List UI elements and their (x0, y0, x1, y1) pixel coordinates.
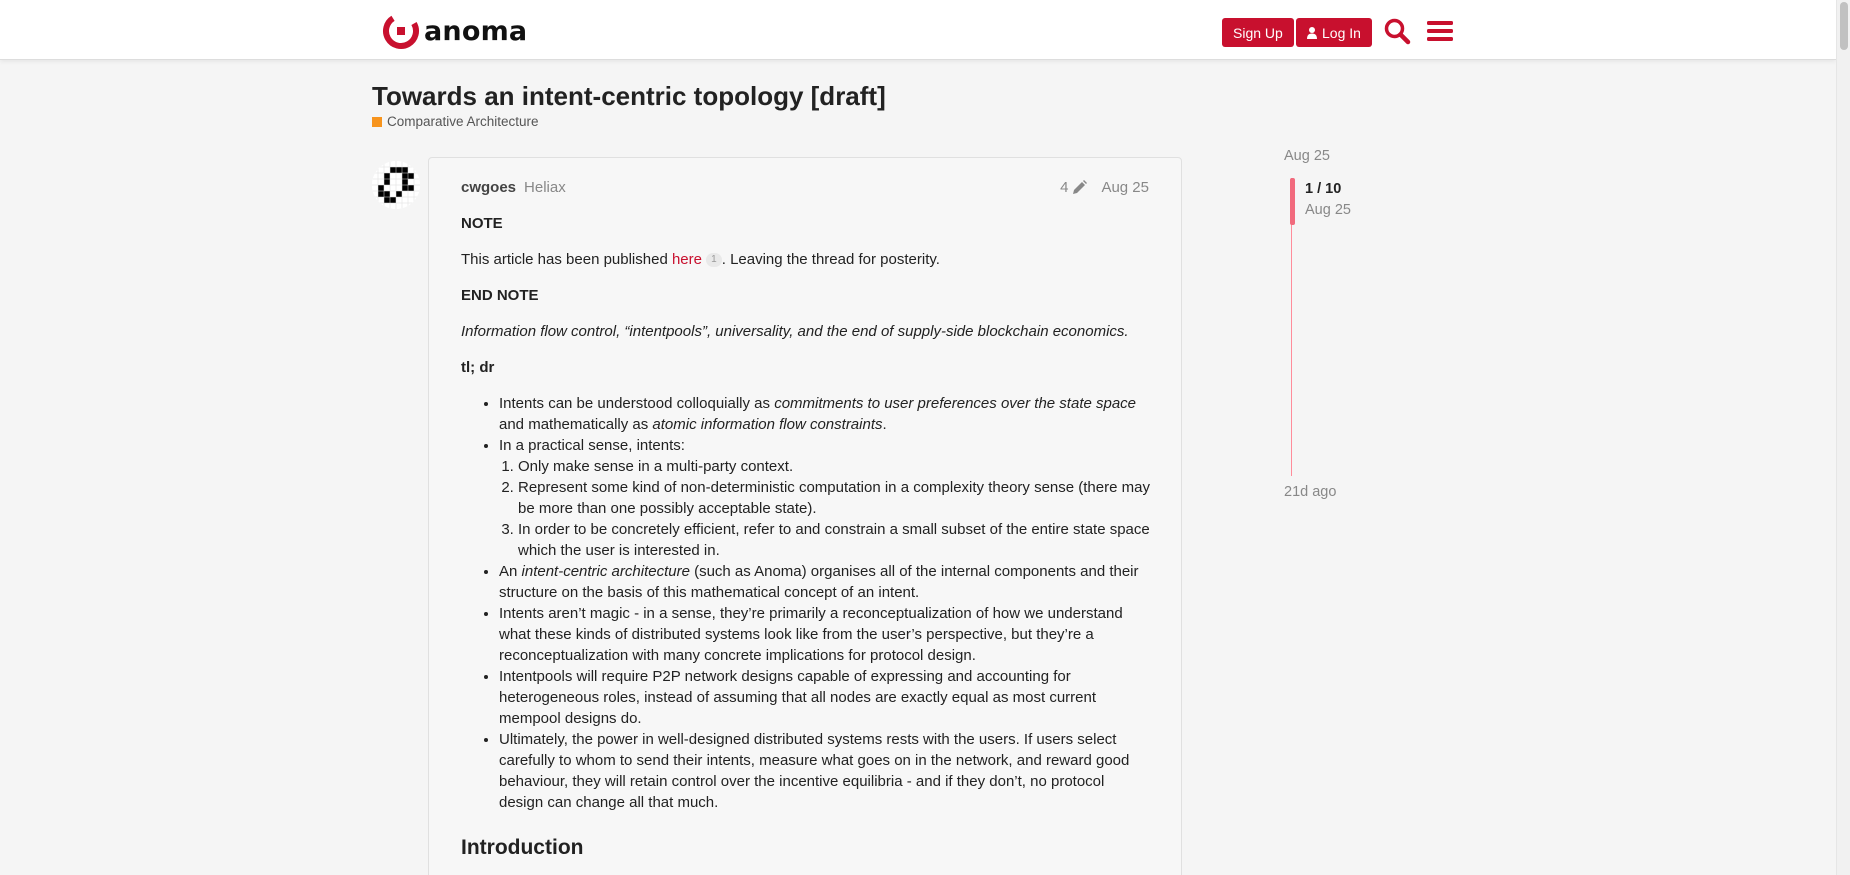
timeline-position-date: Aug 25 (1305, 202, 1351, 218)
category-color-swatch (372, 116, 382, 127)
numbered-item: Represent some kind of non-deterministic… (518, 477, 1151, 519)
anoma-logo-icon (383, 13, 419, 49)
timeline-position: 1 / 10 (1305, 181, 1342, 197)
b1-emphasis-2: atomic information flow constraints (652, 416, 883, 433)
tldr-list: Intents can be understood colloquially a… (499, 393, 1151, 813)
list-item: Intents can be understood colloquially a… (499, 393, 1151, 435)
topic-title[interactable]: Towards an intent-centric topology [draf… (372, 81, 886, 112)
published-text-post: . Leaving the thread for posterity. (721, 251, 940, 268)
site-logo[interactable]: anoma (382, 12, 527, 50)
identicon-avatar-icon (372, 161, 420, 209)
site-header: anoma Sign Up Log In (0, 0, 1836, 60)
numbered-item: Only make sense in a multi-party context… (518, 456, 1151, 477)
search-icon (1384, 18, 1411, 45)
published-link[interactable]: here (672, 251, 702, 268)
b1-text-mid: and mathematically as (499, 416, 653, 433)
scrollbar-thumb[interactable] (1840, 2, 1848, 50)
b3-emphasis: intent-centric architecture (521, 563, 690, 580)
edit-count: 4 (1060, 178, 1069, 196)
post-user-title: Heliax (524, 178, 566, 196)
timeline-handle[interactable] (1290, 178, 1295, 225)
category-badge[interactable]: Comparative Architecture (372, 114, 539, 129)
b1-text-end: . (882, 416, 887, 433)
timeline-start-date[interactable]: Aug 25 (1284, 148, 1330, 164)
user-icon (1307, 26, 1317, 39)
post-date[interactable]: Aug 25 (1101, 179, 1149, 196)
tldr-para: tl; dr (461, 357, 1151, 378)
list-item: In a practical sense, intents: Only make… (499, 435, 1151, 561)
b3-text: An (499, 563, 522, 580)
post-body: NOTE This article has been published her… (461, 213, 1151, 858)
tldr-label: tl; dr (461, 359, 495, 376)
link-click-count: 1 (706, 253, 722, 268)
login-button[interactable]: Log In (1296, 18, 1372, 47)
b1-text: Intents can be understood colloquially a… (499, 395, 775, 412)
post-meta: cwgoes Heliax 4 Aug 25 (461, 176, 1149, 198)
signup-label: Sign Up (1233, 24, 1283, 41)
subtitle-para: Information flow control, “intentpools”,… (461, 321, 1151, 342)
b2-text: In a practical sense, intents: (499, 437, 685, 454)
edit-history-button[interactable]: 4 (1060, 178, 1088, 196)
post-username[interactable]: cwgoes (461, 179, 516, 196)
hamburger-icon (1427, 21, 1453, 41)
signup-button[interactable]: Sign Up (1222, 18, 1294, 47)
pencil-icon (1073, 179, 1088, 194)
article-subtitle: Information flow control, “intentpools”,… (461, 323, 1129, 340)
end-note-para: END NOTE (461, 285, 1151, 306)
b1-emphasis-1: commitments to user preferences over the… (774, 395, 1137, 412)
avatar[interactable] (372, 161, 420, 209)
list-item: Intentpools will require P2P network des… (499, 666, 1151, 729)
logo-text: anoma (424, 15, 528, 47)
intent-properties-list: Only make sense in a multi-party context… (518, 456, 1151, 561)
end-note-label: END NOTE (461, 287, 539, 304)
search-button[interactable] (1380, 14, 1414, 48)
published-para: This article has been published here 1. … (461, 249, 1151, 270)
category-label: Comparative Architecture (387, 114, 539, 129)
numbered-item: In order to be concretely efficient, ref… (518, 519, 1151, 561)
login-label: Log In (1322, 24, 1361, 41)
list-item: Ultimately, the power in well-designed d… (499, 729, 1151, 813)
list-item: Intents aren’t magic - in a sense, they’… (499, 603, 1151, 666)
note-label: NOTE (461, 215, 503, 232)
hamburger-menu-button[interactable] (1423, 14, 1457, 48)
list-item: An intent-centric architecture (such as … (499, 561, 1151, 603)
note-label-para: NOTE (461, 213, 1151, 234)
timeline-end-date[interactable]: 21d ago (1284, 484, 1336, 500)
published-text-pre: This article has been published (461, 251, 672, 268)
page-scrollbar[interactable] (1836, 0, 1850, 875)
post-card: cwgoes Heliax 4 Aug 25 NOTE This article… (428, 157, 1182, 875)
section-heading-introduction: Introduction (461, 836, 584, 859)
